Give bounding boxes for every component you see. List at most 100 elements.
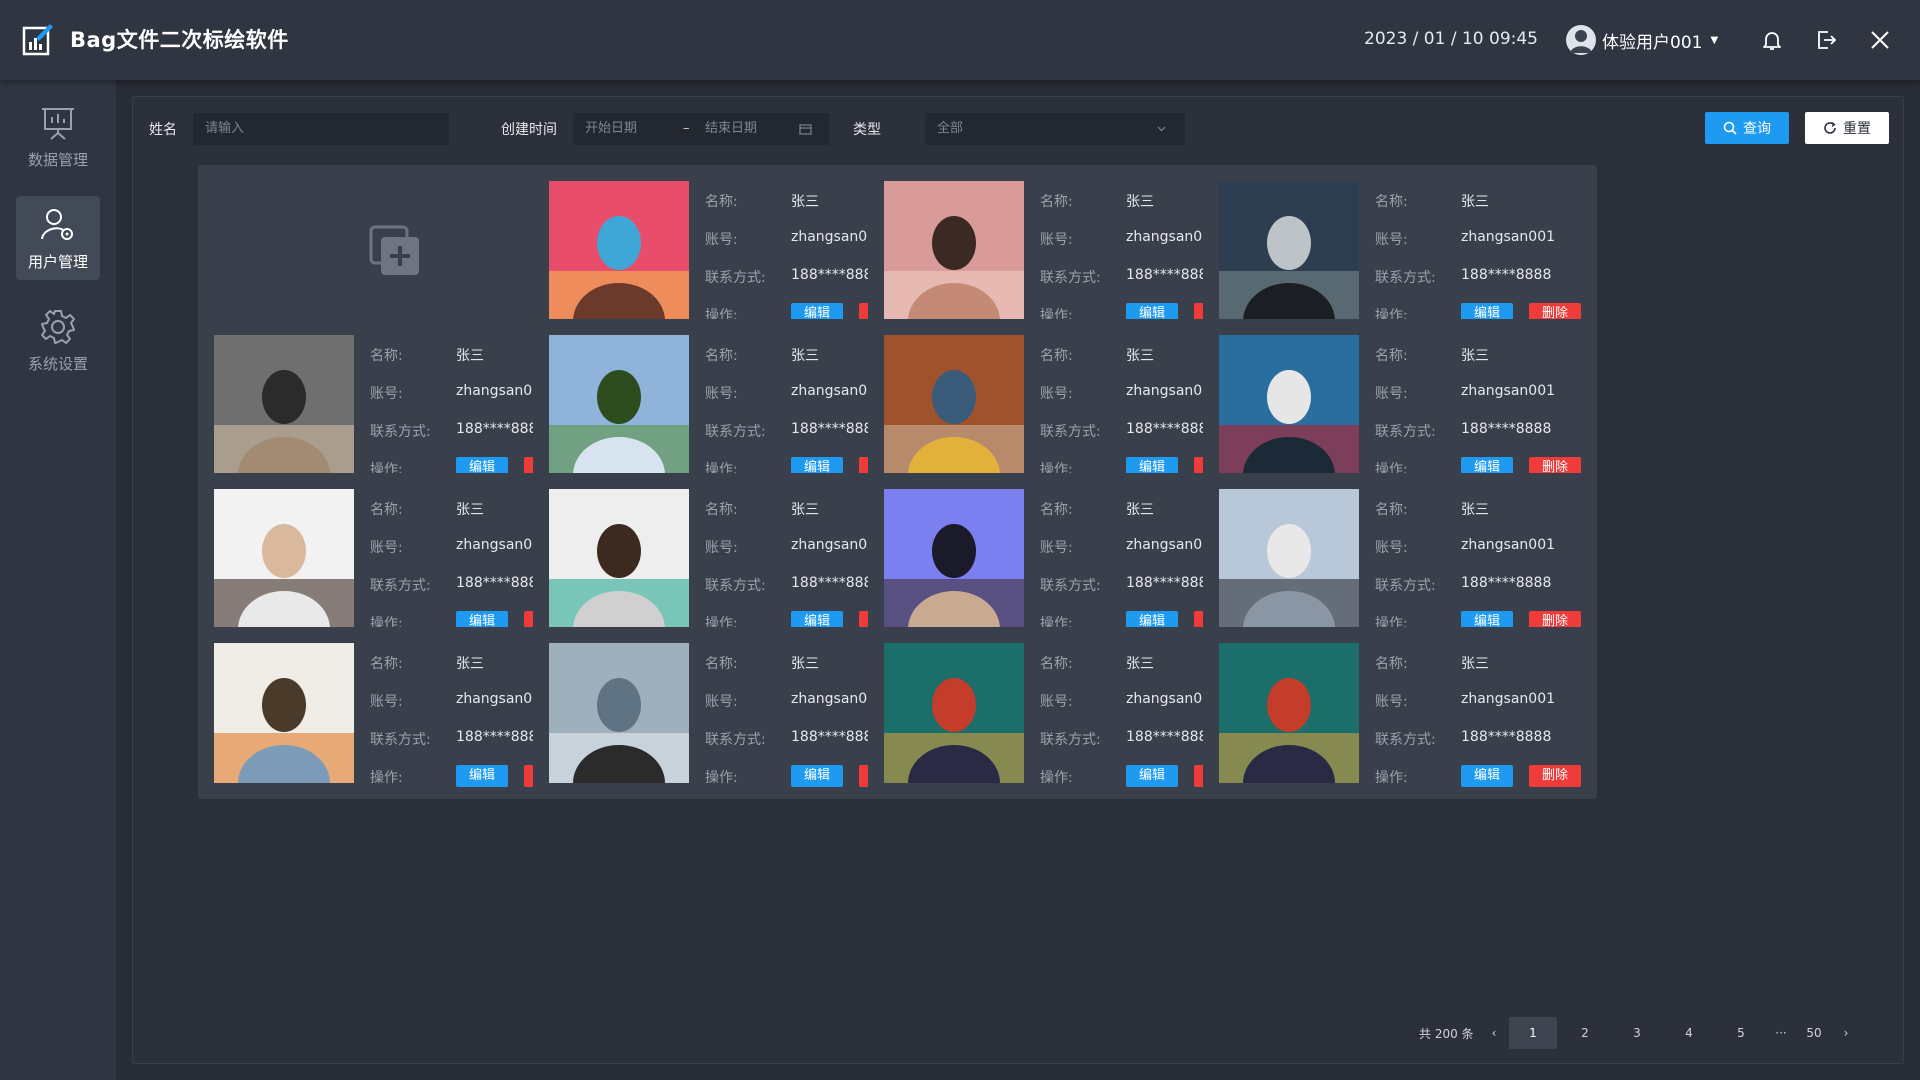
prev-page-icon[interactable]: ‹ [1481,1017,1507,1049]
bell-icon[interactable] [1760,28,1784,52]
app-title: Bag文件二次标绘软件 [70,28,289,52]
main-panel: 姓名 请输入 创建时间 开始日期 – 结束日期 类型 全部 查询 重置 名称: … [132,96,1904,1064]
name-label: 名称: [1040,656,1073,672]
page-3[interactable]: 3 [1611,1017,1663,1049]
user-phone-value: 188****8888 [1461,421,1552,437]
user-avatar-icon [1566,25,1596,55]
contact-label: 联系方式: [705,732,766,748]
user-card: 名称: 张三 账号: zhangsan001 联系方式: 188****8888 操作: 编辑… [1203,319,1597,491]
user-name-value: 张三 [1126,656,1154,672]
user-name-value: 张三 [791,656,819,672]
user-photo [549,181,689,321]
date-range-separator: – [683,121,690,136]
name-label: 名称: [370,656,403,672]
user-name-value: 张三 [1461,502,1489,518]
contact-label: 联系方式: [1040,578,1101,594]
contact-label: 联系方式: [1040,732,1101,748]
user-photo [884,181,1024,321]
created-time-label: 创建时间 [501,122,557,138]
logout-icon[interactable] [1814,28,1838,52]
query-button[interactable]: 查询 [1705,112,1789,144]
user-card: 名称: 张三 账号: zhangsan001 联系方式: 188****8888 操作: 编辑… [1203,473,1597,645]
date-range-picker[interactable]: 开始日期 – 结束日期 [573,113,829,145]
edit-button[interactable]: 编辑 [1126,765,1178,787]
account-label: 账号: [1040,386,1073,402]
pagination: 共 200 条 ‹ 1 2 3 4 5 ··· 50 › [1419,1017,1859,1049]
account-label: 账号: [705,232,738,248]
user-photo [884,335,1024,475]
page-5[interactable]: 5 [1715,1017,1767,1049]
user-photo [1219,181,1359,321]
pagination-total: 共 200 条 [1419,1026,1474,1041]
user-info: 名称: 张三 账号: zhangsan001 联系方式: 188****8888 操作: 编辑… [1375,335,1585,487]
contact-label: 联系方式: [1375,732,1436,748]
edit-button[interactable]: 编辑 [456,765,508,787]
user-name: 体验用户001 [1602,32,1703,53]
current-datetime: 2023 / 01 / 10 09:45 [1364,29,1538,49]
user-account-value: zhangsan001 [1461,229,1556,245]
account-label: 账号: [705,694,738,710]
pagination-ellipsis[interactable]: ··· [1767,1017,1795,1049]
edit-button[interactable]: 编辑 [791,765,843,787]
ops-label: 操作: [1040,770,1073,786]
user-photo [884,489,1024,629]
user-photo [214,643,354,783]
user-menu[interactable]: 体验用户001 ▼ [1566,24,1718,56]
user-phone-value: 188****8888 [1461,267,1552,283]
account-label: 账号: [705,540,738,556]
sidebar-item-user-management[interactable]: 用户管理 [16,196,100,280]
user-card: 名称: 张三 账号: zhangsan001 联系方式: 188****8888 操作: 编辑… [1203,627,1597,799]
page-2[interactable]: 2 [1559,1017,1611,1049]
close-icon[interactable] [1868,28,1892,52]
user-photo [1219,489,1359,629]
sidebar-item-system-settings[interactable]: 系统设置 [16,298,100,382]
account-label: 账号: [370,386,403,402]
start-date-input[interactable]: 开始日期 [585,113,637,145]
user-info: 名称: 张三 账号: zhangsan001 联系方式: 188****8888 操作: 编辑… [1375,489,1585,641]
presentation-board-icon [42,107,74,140]
account-label: 账号: [370,540,403,556]
type-select[interactable]: 全部 [925,113,1185,145]
end-date-input[interactable]: 结束日期 [705,113,757,145]
chevron-down-icon [1157,126,1166,132]
refresh-icon [1824,121,1836,134]
user-account-value: zhangsan001 [1461,383,1556,399]
edit-button[interactable]: 编辑 [1461,765,1513,787]
page-1[interactable]: 1 [1509,1017,1557,1049]
user-name-value: 张三 [791,348,819,364]
name-label: 名称: [1375,502,1408,518]
user-info: 名称: 张三 账号: zhangsan001 联系方式: 188****8888 操作: 编辑… [1375,181,1585,333]
account-label: 账号: [1040,232,1073,248]
name-filter-label: 姓名 [149,122,177,138]
user-info: 名称: 张三 账号: zhangsan001 联系方式: 188****8888 操作: 编辑… [1375,643,1585,795]
user-phone-value: 188****8888 [1461,575,1552,591]
logo-icon [22,24,53,56]
calendar-icon [799,124,812,135]
account-label: 账号: [1040,694,1073,710]
reset-button[interactable]: 重置 [1805,112,1889,144]
type-filter-label: 类型 [853,122,881,138]
query-button-label: 查询 [1743,121,1771,137]
page-4[interactable]: 4 [1663,1017,1715,1049]
sidebar-item-data-management[interactable]: 数据管理 [16,94,100,178]
user-name-value: 张三 [791,194,819,210]
name-search-input[interactable]: 请输入 [193,113,449,145]
user-photo [549,335,689,475]
name-label: 名称: [1040,348,1073,364]
name-label: 名称: [1040,502,1073,518]
user-photo [214,489,354,629]
account-label: 账号: [1375,232,1408,248]
user-photo [1219,335,1359,475]
next-page-icon[interactable]: › [1833,1017,1859,1049]
contact-label: 联系方式: [1375,578,1436,594]
ops-label: 操作: [370,770,403,786]
user-name-value: 张三 [1461,348,1489,364]
page-last[interactable]: 50 [1795,1017,1833,1049]
contact-label: 联系方式: [1040,424,1101,440]
name-label: 名称: [705,348,738,364]
name-label: 名称: [370,502,403,518]
contact-label: 联系方式: [370,424,431,440]
contact-label: 联系方式: [370,732,431,748]
user-photo [1219,643,1359,783]
delete-button[interactable]: 删除 [1529,765,1581,787]
